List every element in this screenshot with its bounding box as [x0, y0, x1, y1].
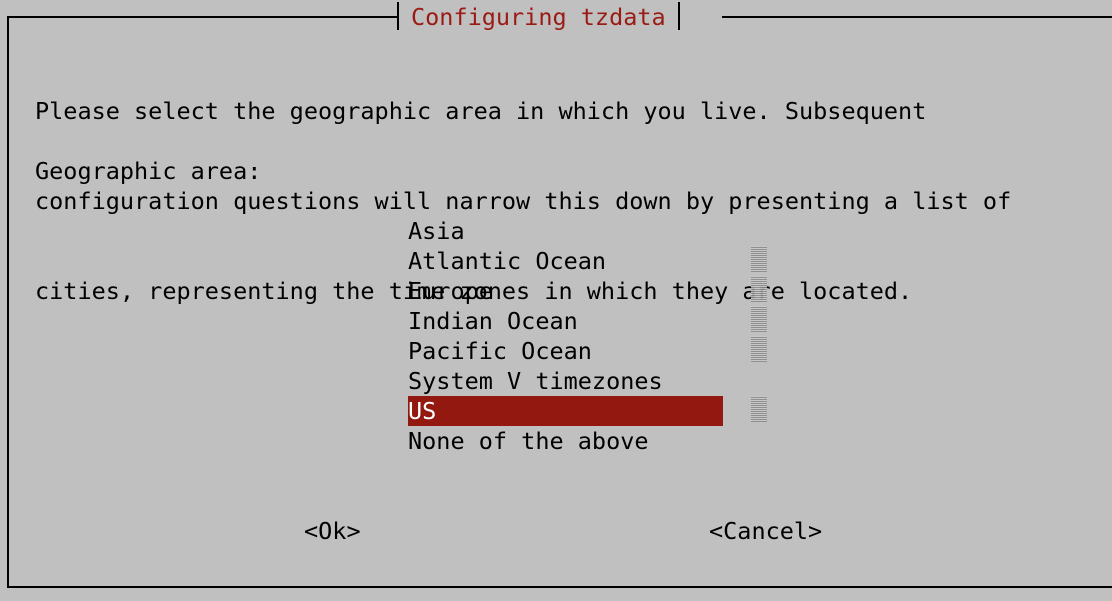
scrollbar-thumb-segment[interactable] — [751, 276, 767, 302]
menu-item-label: Indian Ocean — [408, 307, 578, 335]
menu-item-label: System V timezones — [408, 367, 663, 395]
geographic-area-label: Geographic area: — [35, 157, 262, 185]
menu-item-pacific-ocean[interactable]: Pacific Ocean — [408, 336, 723, 366]
scrollbar-thumb-segment[interactable] — [751, 396, 767, 422]
menu-item-atlantic-ocean[interactable]: Atlantic Ocean — [408, 246, 723, 276]
menu-item-system-v-timezones[interactable]: System V timezones — [408, 366, 723, 396]
scrollbar-thumb-segment[interactable] — [751, 336, 767, 362]
menu-item-us-selected[interactable]: US — [408, 396, 723, 426]
menu-item-label: Pacific Ocean — [408, 337, 592, 365]
menu-item-none-of-the-above[interactable]: None of the above — [408, 426, 723, 456]
geographic-area-menu[interactable]: Asia Atlantic Ocean Europe Indian Ocean … — [408, 216, 723, 456]
menu-item-europe[interactable]: Europe — [408, 276, 723, 306]
menu-item-label: Asia — [408, 217, 465, 245]
scrollbar-thumb-segment[interactable] — [751, 306, 767, 332]
menu-item-label: Atlantic Ocean — [408, 247, 607, 275]
tzdata-dialog: Configuring tzdata Please select the geo… — [0, 0, 1112, 601]
dialog-border-top-right — [722, 16, 1112, 18]
menu-item-label: Europe — [408, 277, 493, 305]
menu-item-label: None of the above — [408, 427, 649, 455]
menu-item-label: US — [408, 397, 437, 425]
dialog-border-left — [7, 16, 9, 588]
description-line-1: Please select the geographic area in whi… — [35, 97, 927, 125]
scrollbar-thumb-segment[interactable] — [751, 246, 767, 272]
menu-item-asia[interactable]: Asia — [408, 216, 723, 246]
dialog-border-top-left — [7, 16, 397, 18]
menu-item-indian-ocean[interactable]: Indian Ocean — [408, 306, 723, 336]
dialog-border-bottom — [7, 586, 1112, 588]
dialog-title: Configuring tzdata — [411, 3, 666, 31]
title-right-tick — [677, 2, 680, 30]
dialog-title-wrap: Configuring tzdata — [397, 2, 680, 32]
cancel-button[interactable]: <Cancel> — [709, 516, 822, 546]
description-line-2: configuration questions will narrow this… — [35, 187, 1012, 215]
ok-button[interactable]: <Ok> — [304, 516, 361, 546]
menu-scrollbar[interactable] — [751, 246, 767, 456]
